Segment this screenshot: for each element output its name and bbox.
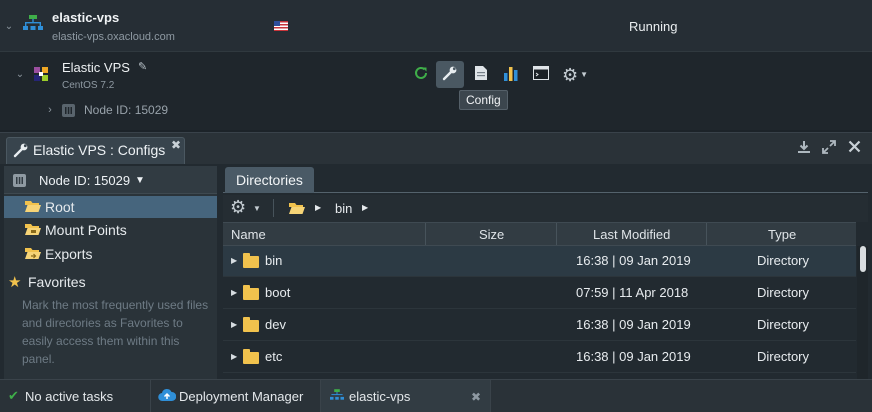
environment-icon [23, 15, 43, 33]
scrollbar-thumb[interactable] [860, 246, 866, 272]
file-grid-header [223, 222, 856, 246]
environment-icon [330, 389, 344, 405]
mount-folder-icon [25, 223, 41, 239]
settings-gear-icon: ⚙ [561, 64, 579, 85]
file-actions-gear-icon[interactable]: ⚙ [230, 198, 246, 216]
node-os: CentOS 7.2 [62, 80, 115, 91]
export-folder-icon [25, 247, 41, 263]
restart-icon [413, 65, 429, 84]
breadcrumb-separator-icon: ▶ [362, 203, 369, 212]
node-instance-icon [62, 104, 75, 117]
file-name: boot [265, 285, 291, 300]
node-id-label[interactable]: Node ID: 15029 [84, 103, 168, 117]
breadcrumb-item[interactable]: bin [335, 201, 352, 216]
download-icon[interactable] [797, 140, 811, 157]
file-modified: 16:38 | 09 Jan 2019 [576, 253, 691, 268]
close-tab-icon[interactable]: ✖ [171, 138, 181, 152]
node-instance-icon [13, 174, 26, 187]
column-header-last-modified[interactable]: Last Modified [593, 227, 670, 242]
config-wrench-icon [13, 142, 29, 161]
file-modified: 07:59 | 11 Apr 2018 [576, 285, 689, 300]
expand-arrow-icon[interactable]: ▶ [231, 256, 237, 265]
environment-row[interactable] [0, 0, 872, 52]
dropdown-caret-icon: ▼ [580, 70, 589, 79]
node-select-label: Node ID: 15029 [39, 173, 131, 188]
file-name: bin [265, 253, 283, 268]
breadcrumb-separator-icon: ▶ [315, 203, 322, 212]
column-divider[interactable] [556, 223, 557, 245]
file-name: dev [265, 317, 286, 332]
settings-menu-button[interactable]: ⚙ ▼ [557, 61, 593, 88]
dropdown-caret-icon[interactable]: ▼ [253, 204, 261, 213]
file-modified: 16:38 | 09 Jan 2019 [576, 349, 691, 364]
checkmark-icon: ✔ [8, 388, 19, 403]
folder-icon [243, 253, 259, 268]
directories-tab-label: Directories [236, 172, 303, 188]
column-header-name[interactable]: Name [231, 227, 266, 242]
dropdown-caret-icon: ▼ [135, 175, 145, 186]
region-flag-icon [274, 21, 288, 31]
node-name[interactable]: Elastic VPS [62, 60, 130, 75]
column-header-type[interactable]: Type [768, 227, 796, 242]
log-button[interactable] [467, 61, 495, 88]
file-modified: 16:38 | 09 Jan 2019 [576, 317, 691, 332]
column-header-size[interactable]: Size [479, 227, 504, 242]
tree-item-label: Root [45, 199, 75, 215]
node-expand-chevron-icon[interactable]: › [45, 105, 55, 116]
open-folder-icon [25, 200, 41, 216]
column-divider[interactable] [706, 223, 707, 245]
file-type: Directory [757, 285, 810, 300]
open-folder-icon[interactable] [289, 202, 305, 218]
file-name: etc [265, 349, 283, 364]
tree-item-label: Exports [45, 246, 93, 262]
favorites-description: Mark the most frequently used files and … [22, 298, 209, 366]
expand-arrow-icon[interactable]: ▶ [231, 352, 237, 361]
folder-icon [243, 349, 259, 364]
log-file-icon [474, 65, 488, 84]
environment-tab-label: elastic-vps [349, 389, 411, 404]
file-type: Directory [757, 349, 810, 364]
favorites-title[interactable]: Favorites [28, 274, 86, 290]
environment-domain[interactable]: elastic-vps.oxacloud.com [52, 31, 175, 43]
close-tab-icon[interactable]: ✖ [471, 390, 481, 404]
toolbar-divider [273, 199, 274, 217]
directories-tab-bar [223, 166, 868, 193]
cloud-upload-icon [158, 388, 177, 405]
deployment-manager-label: Deployment Manager [179, 389, 304, 404]
tree-item-label: Mount Points [45, 222, 127, 238]
close-panel-icon[interactable] [848, 140, 861, 156]
statistics-icon [503, 65, 519, 84]
restart-button[interactable] [407, 61, 435, 88]
environment-name[interactable]: elastic-vps [52, 10, 119, 25]
config-button[interactable] [436, 61, 464, 88]
expand-arrow-icon[interactable]: ▶ [231, 288, 237, 297]
web-ssh-icon [533, 66, 549, 83]
collapse-chevron-icon[interactable]: ⌄ [4, 22, 14, 32]
folder-icon [243, 317, 259, 332]
environment-status: Running [629, 19, 678, 34]
star-icon: ★ [8, 274, 22, 291]
expand-arrow-icon[interactable]: ▶ [231, 320, 237, 329]
edit-pencil-icon[interactable]: ✎ [138, 60, 147, 73]
config-wrench-icon [442, 65, 458, 84]
folder-icon [243, 285, 259, 300]
node-collapse-chevron-icon[interactable]: ⌄ [15, 70, 25, 80]
file-type: Directory [757, 317, 810, 332]
tasks-status: No active tasks [25, 389, 114, 404]
maximize-icon[interactable] [822, 140, 836, 157]
configs-tab-title: Elastic VPS : Configs [33, 142, 166, 158]
file-type: Directory [757, 253, 810, 268]
statistics-button[interactable] [497, 61, 525, 88]
column-divider[interactable] [425, 223, 426, 245]
centos-logo-icon [33, 66, 49, 82]
web-ssh-button[interactable] [527, 61, 555, 88]
